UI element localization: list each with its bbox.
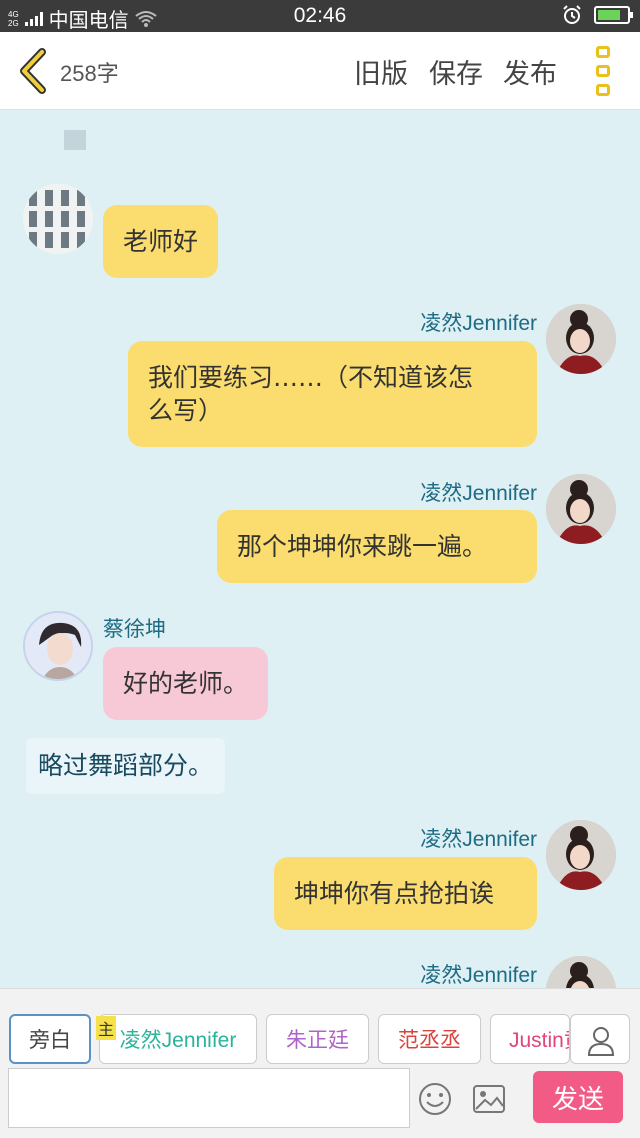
status-time: 02:46 — [293, 4, 347, 27]
speaker-name: 蔡徐坤 — [103, 618, 166, 641]
publish-button[interactable]: 发布 — [503, 52, 557, 91]
message-line: 我们要练习……（不知道该怎 — [148, 363, 474, 392]
avatar[interactable] — [546, 820, 616, 890]
battery-icon — [594, 6, 633, 24]
group-photo-icon — [23, 184, 93, 254]
message-bubble[interactable]: 那个坤坤你来跳一遍。 — [217, 510, 537, 583]
narration-bubble[interactable]: 略过舞蹈部分。 — [26, 738, 226, 794]
speaker-name: 凌然Jennifer — [420, 964, 537, 987]
user-icon — [587, 1027, 615, 1056]
message-input[interactable] — [8, 1068, 410, 1128]
old-version-button[interactable]: 旧版 — [354, 52, 408, 91]
save-button[interactable]: 保存 — [429, 52, 483, 91]
speaker-name: 凌然Jennifer — [420, 828, 537, 851]
role-jennifer[interactable]: 凌然Jennifer — [99, 1014, 257, 1064]
avatar[interactable] — [546, 304, 616, 374]
image-icon[interactable] — [472, 1084, 506, 1114]
chat-area[interactable]: 老师好 凌然Jennifer 我们要练习……（不知道该怎 么写） 凌然Jenni… — [0, 111, 640, 988]
editor-header: 258字 旧版 保存 发布 — [0, 32, 640, 110]
avatar[interactable] — [23, 184, 93, 254]
word-count: 258字 — [60, 61, 119, 86]
role-narrator[interactable]: 旁白 — [9, 1014, 91, 1064]
alarm-icon — [563, 5, 581, 24]
message-bubble[interactable]: 坤坤你有点抢拍诶 — [274, 857, 537, 930]
caixukun-avatar-icon — [25, 613, 91, 679]
role-justin[interactable]: Justin黄 — [490, 1014, 570, 1064]
avatar[interactable] — [546, 474, 616, 544]
avatar[interactable] — [546, 956, 616, 988]
status-bar: 4G 2G 中国电信 02:46 — [0, 0, 640, 32]
main-role-tag: 主 — [96, 1016, 116, 1040]
composer-panel: 旁白 凌然Jennifer 主 朱正廷 范丞丞 Justin黄 发送 — [0, 988, 640, 1138]
back-chevron-icon[interactable] — [14, 48, 54, 94]
jennifer-avatar-icon — [546, 820, 616, 890]
message-line: 么写） — [148, 396, 224, 425]
message-bubble[interactable]: 老师好 — [103, 205, 219, 278]
partial-image-placeholder — [64, 130, 86, 150]
role-zhuzhengting[interactable]: 朱正廷 — [266, 1014, 369, 1064]
jennifer-avatar-icon — [546, 304, 616, 374]
more-menu-icon[interactable] — [596, 46, 612, 96]
status-right — [562, 5, 633, 25]
speaker-name: 凌然Jennifer — [420, 482, 537, 505]
emoji-icon[interactable] — [418, 1082, 452, 1116]
send-button[interactable]: 发送 — [533, 1071, 623, 1123]
speaker-name: 凌然Jennifer — [420, 312, 537, 335]
role-manage-button[interactable] — [570, 1014, 630, 1064]
message-bubble[interactable]: 好的老师。 — [103, 647, 269, 720]
role-fanchengcheng[interactable]: 范丞丞 — [378, 1014, 481, 1064]
jennifer-avatar-icon — [546, 956, 616, 988]
avatar[interactable] — [23, 611, 93, 681]
jennifer-avatar-icon — [546, 474, 616, 544]
message-bubble[interactable]: 我们要练习……（不知道该怎 么写） — [128, 341, 537, 447]
role-justin-label: Justin黄 — [509, 1029, 569, 1052]
